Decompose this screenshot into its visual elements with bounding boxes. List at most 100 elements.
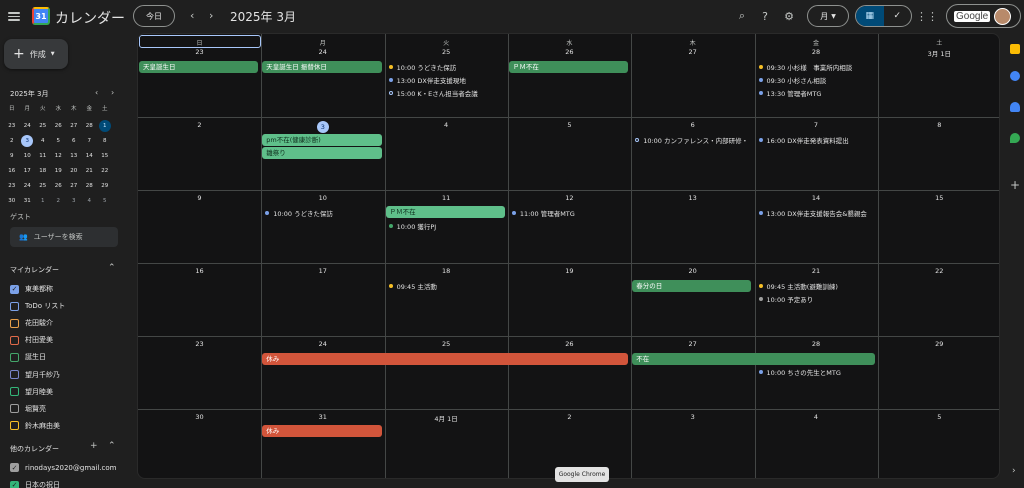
today-button[interactable]: 今日 [133,5,175,27]
settings-gear-icon[interactable]: ⚙ [782,9,796,23]
mini-day[interactable]: 6 [66,133,82,148]
view-select-button[interactable]: 月 ▼ [807,5,849,27]
create-button[interactable]: + 作成 ▼ [4,39,68,69]
calendar-tasks-toggle[interactable]: ▦ ✓ [855,5,912,27]
maps-icon[interactable] [1010,133,1020,143]
side-panel-chevron-icon[interactable]: › [1012,466,1016,476]
avatar[interactable] [994,7,1012,25]
mini-day[interactable]: 7 [82,133,98,148]
mini-day[interactable]: 2 [4,133,20,148]
calendar-list-item[interactable]: ✓ rinodays2020@gmail.com [10,463,117,472]
mini-day[interactable]: 21 [82,163,98,178]
all-day-event[interactable]: 天皇誕生日 [139,61,259,73]
day-number[interactable]: 21 [755,267,878,275]
search-icon[interactable]: ⌕ [735,9,749,23]
all-day-event[interactable]: 休み [262,353,629,365]
timed-event[interactable]: 11:00 管理者MTG [511,208,575,218]
mini-day[interactable]: 10 [20,148,36,163]
calendar-list-item[interactable]: 望月睦美 [10,387,53,397]
day-number[interactable]: 3月 1日 [878,48,999,58]
day-number[interactable]: 29 [878,340,999,348]
day-number[interactable]: 11 [385,194,508,202]
day-number[interactable]: 28 [755,48,878,56]
day-number[interactable]: 22 [878,267,999,275]
mini-day[interactable]: 1 [35,193,51,208]
mini-day[interactable]: 5 [97,193,113,208]
checkbox-icon[interactable] [10,370,19,379]
day-number[interactable]: 16 [138,267,261,275]
apps-grid-icon[interactable]: ⋮⋮ [916,9,938,23]
mini-day[interactable]: 18 [35,163,51,178]
checkbox-icon[interactable] [10,421,19,431]
calendar-list-item[interactable]: 堀賢亮 [10,404,46,414]
day-number[interactable]: 7 [755,121,878,129]
day-number[interactable]: 14 [755,194,878,202]
calendar-list-item[interactable]: 誕生日 [10,352,46,362]
day-number[interactable]: 27 [631,340,754,348]
checkbox-icon[interactable] [10,404,19,414]
other-calendars-header[interactable]: 他のカレンダー [10,444,59,454]
day-number[interactable]: 15 [878,194,999,202]
day-number[interactable]: 19 [508,267,631,275]
checkbox-icon[interactable] [10,318,19,328]
all-day-event[interactable]: pm不在(健康診断) [262,134,382,146]
timed-event[interactable]: 10:00 うどきた保訪 [388,62,456,72]
day-number[interactable]: 23 [138,48,261,56]
calendar-list-item[interactable]: 花田駿介 [10,318,53,328]
checkbox-icon[interactable]: ✓ [10,463,19,472]
mini-day[interactable]: 25 [35,178,51,193]
tasks-view-icon[interactable]: ✓ [884,6,912,26]
day-number[interactable]: 12 [508,194,631,202]
calendar-list-item[interactable]: 望月千紗乃 [10,370,60,380]
day-number[interactable]: 5 [508,121,631,129]
timed-event[interactable]: 13:00 DX伴走支援報告会&懇親会 [758,208,867,218]
day-number[interactable]: 24 [261,48,384,56]
day-number[interactable]: 4月 1日 [385,413,508,423]
prev-month-chevron-icon[interactable]: ‹ [190,9,194,22]
mini-day[interactable]: 4 [82,193,98,208]
day-number[interactable]: 4 [755,413,878,421]
mini-day[interactable]: 24 [20,118,36,133]
day-number[interactable]: 5 [878,413,999,421]
timed-event[interactable]: 10:00 うどきた保訪 [265,208,333,218]
day-number[interactable]: 2 [508,413,631,421]
add-addon-plus-icon[interactable]: + [1010,178,1020,192]
timed-event[interactable]: 09:30 小杉様 事業所内相談 [758,62,852,72]
checkbox-icon[interactable] [10,352,19,362]
mini-day[interactable]: 3 [66,193,82,208]
mini-day[interactable]: 30 [4,193,20,208]
checkbox-icon[interactable]: ✓ [10,284,19,294]
day-number[interactable]: 24 [261,340,384,348]
mini-day[interactable]: 13 [66,148,82,163]
all-day-event[interactable]: ＰＭ不在 [508,61,629,73]
main-menu-icon[interactable] [8,10,20,22]
account-button[interactable]: Google [946,4,1021,28]
mini-day-selected[interactable]: 1 [98,119,111,132]
mini-day[interactable]: 26 [51,118,67,133]
add-calendar-plus-icon[interactable]: + [90,441,98,451]
mini-day[interactable]: 24 [20,178,36,193]
day-number[interactable]: 9 [138,194,261,202]
all-day-event[interactable]: 不在 [632,353,875,365]
day-number[interactable]: 26 [508,48,631,56]
mini-day[interactable]: 25 [35,118,51,133]
tasks-icon[interactable] [1010,71,1020,81]
calendar-list-item[interactable]: ToDo リスト [10,301,65,311]
next-month-chevron-icon[interactable]: › [209,9,213,22]
timed-event[interactable]: 13:30 管理者MTG [758,88,821,98]
mini-day[interactable]: 26 [51,178,67,193]
timed-event[interactable]: 10:00 獲行PJ [388,221,436,231]
day-number[interactable]: 30 [138,413,261,421]
timed-event[interactable]: 09:45 主活動 [388,281,437,291]
day-number[interactable]: 4 [385,121,508,129]
mini-day[interactable]: 12 [51,148,67,163]
help-icon[interactable]: ? [758,9,772,23]
mini-day[interactable]: 28 [82,118,98,133]
checkbox-icon[interactable]: ✓ [10,480,19,488]
mini-day[interactable]: 23 [4,118,20,133]
mini-day[interactable]: 29 [97,178,113,193]
day-number[interactable]: 2 [138,121,261,129]
timed-event[interactable]: 15:00 K・Eさん担当者会議 [388,88,478,98]
guest-search-input[interactable]: 👥 ユーザーを検索 [10,227,118,247]
mini-day[interactable]: 28 [82,178,98,193]
